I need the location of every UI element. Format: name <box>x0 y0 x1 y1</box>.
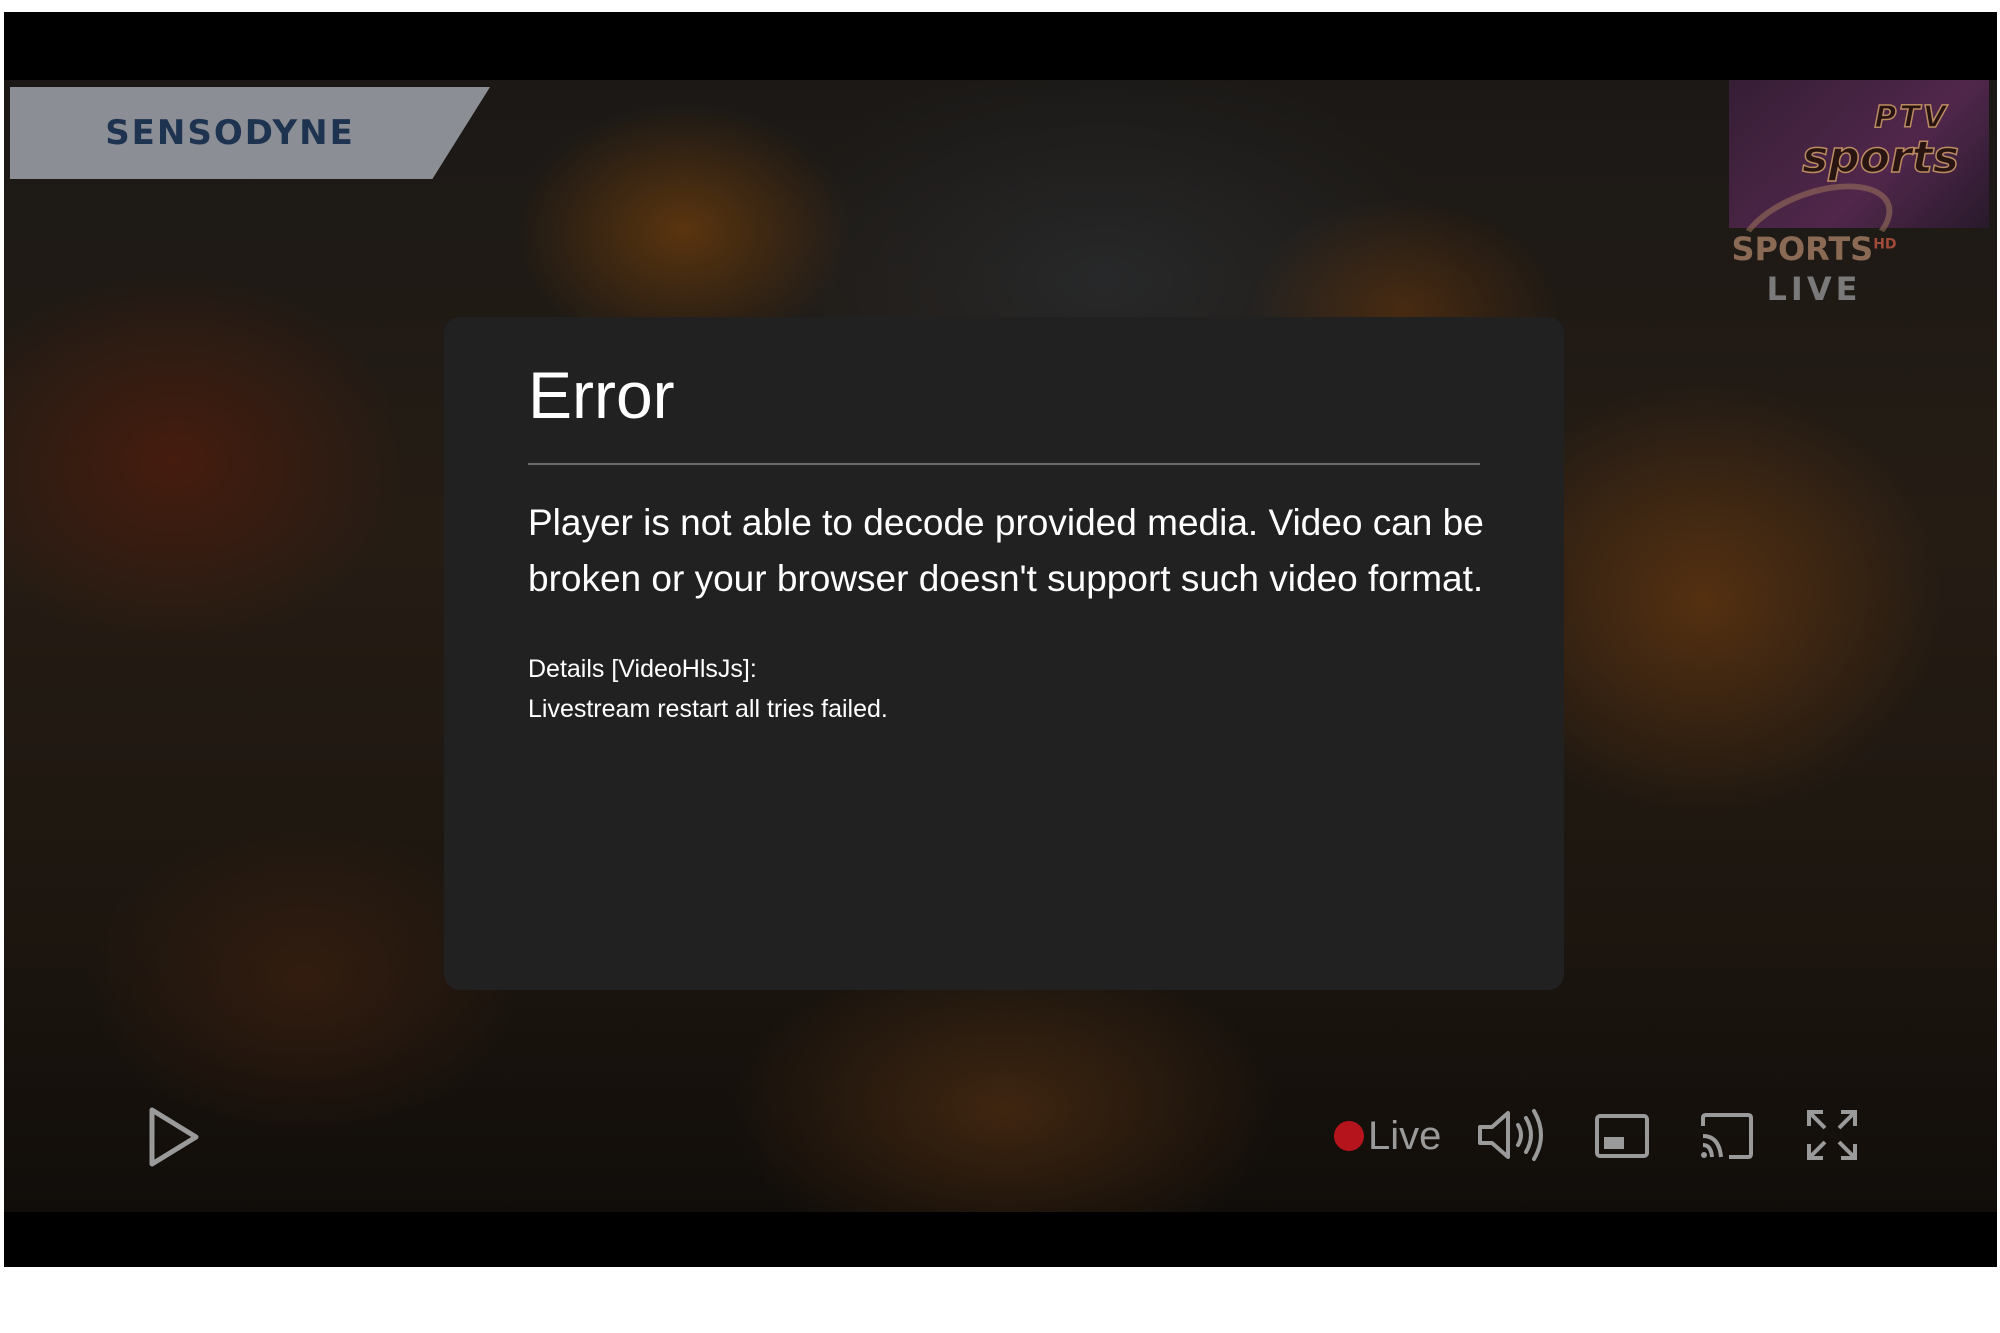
live-dot-icon <box>1334 1121 1364 1151</box>
error-dialog: Error Player is not able to decode provi… <box>444 317 1564 990</box>
error-details-label: Details [VideoHlsJs]: <box>528 655 757 683</box>
error-message: Player is not able to decode provided me… <box>528 502 1484 599</box>
channel-logo-brand: PTV <box>1874 99 1949 136</box>
channel-logo-sub: SPORTS <box>1731 230 1874 268</box>
sponsor-text: SENSODYNE <box>105 113 355 153</box>
channel-logo-name: sports <box>1801 131 1959 184</box>
sponsor-badge: SENSODYNE <box>10 87 490 179</box>
fullscreen-button[interactable] <box>1799 1104 1865 1166</box>
error-divider <box>528 463 1480 465</box>
picture-in-picture-icon <box>1595 1114 1649 1158</box>
channel-logo: PTV sports SPORTSHD LIVE <box>1724 80 1989 310</box>
error-title: Error <box>528 358 675 432</box>
cast-icon <box>1701 1113 1753 1159</box>
channel-logo-live: LIVE <box>1766 270 1862 308</box>
channel-logo-hd: SPORTSHD LIVE <box>1724 230 1904 308</box>
volume-button[interactable] <box>1474 1102 1554 1168</box>
control-bar: Live <box>4 1072 1997 1192</box>
error-details: Details [VideoHlsJs]: Livestream restart… <box>528 649 1480 729</box>
picture-in-picture-button[interactable] <box>1589 1106 1655 1166</box>
video-player[interactable]: SENSODYNE PTV sports SPORTSHD LIVE Error… <box>4 12 1997 1267</box>
play-button[interactable] <box>134 1102 214 1172</box>
play-icon <box>149 1107 199 1167</box>
error-details-text: Livestream restart all tries failed. <box>528 695 888 723</box>
volume-icon <box>1478 1109 1543 1161</box>
live-label: Live <box>1368 1113 1442 1158</box>
channel-logo-hd-mark: HD <box>1873 236 1897 253</box>
fullscreen-icon <box>1807 1110 1857 1160</box>
live-indicator[interactable]: Live <box>1334 1106 1441 1166</box>
cast-button[interactable] <box>1694 1106 1760 1166</box>
